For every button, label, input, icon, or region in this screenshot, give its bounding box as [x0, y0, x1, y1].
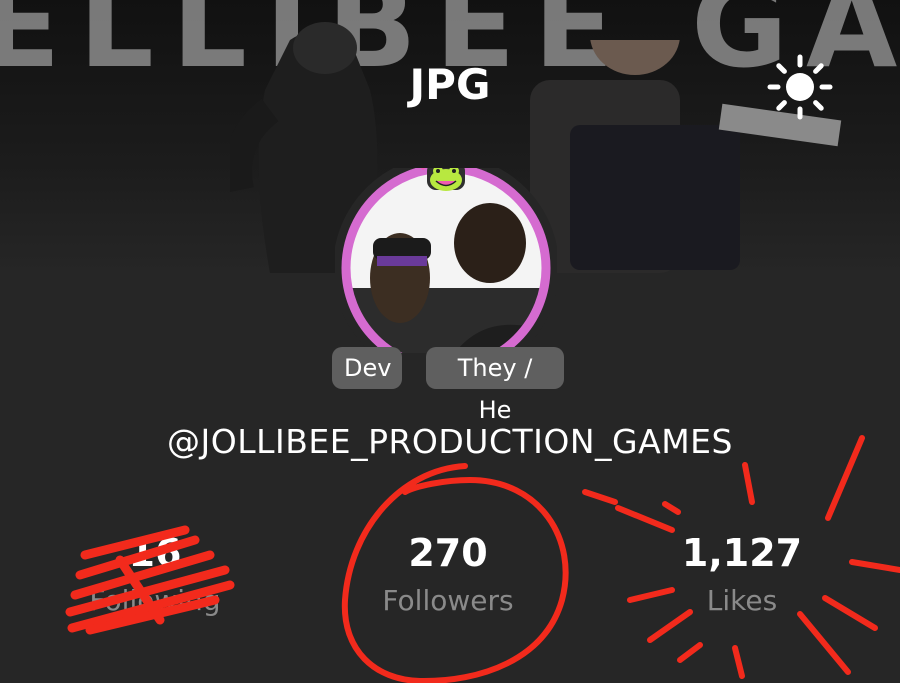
avatar-image [333, 155, 559, 381]
following-count: 16 [128, 531, 182, 575]
likes-stat[interactable]: 1,127 Likes [612, 530, 872, 618]
badge-pronouns: They / He [426, 347, 564, 424]
profile-badges: Dev They / He [0, 347, 900, 424]
followers-label: Followers [382, 584, 514, 617]
followers-count: 270 [408, 531, 488, 575]
likes-count: 1,127 [681, 531, 803, 575]
avatar[interactable] [333, 155, 559, 381]
following-label: Following [89, 584, 221, 617]
followers-stat[interactable]: 270 Followers [318, 530, 578, 618]
likes-label: Likes [706, 584, 778, 617]
theme-toggle-button[interactable] [766, 53, 834, 121]
following-stat[interactable]: 16 Following [25, 530, 285, 618]
badge-dev: Dev [332, 347, 402, 389]
profile-short-name: JPG [409, 60, 491, 109]
username: @JOLLIBEE_PRODUCTION_GAMES [167, 422, 733, 461]
sun-icon [767, 54, 833, 120]
